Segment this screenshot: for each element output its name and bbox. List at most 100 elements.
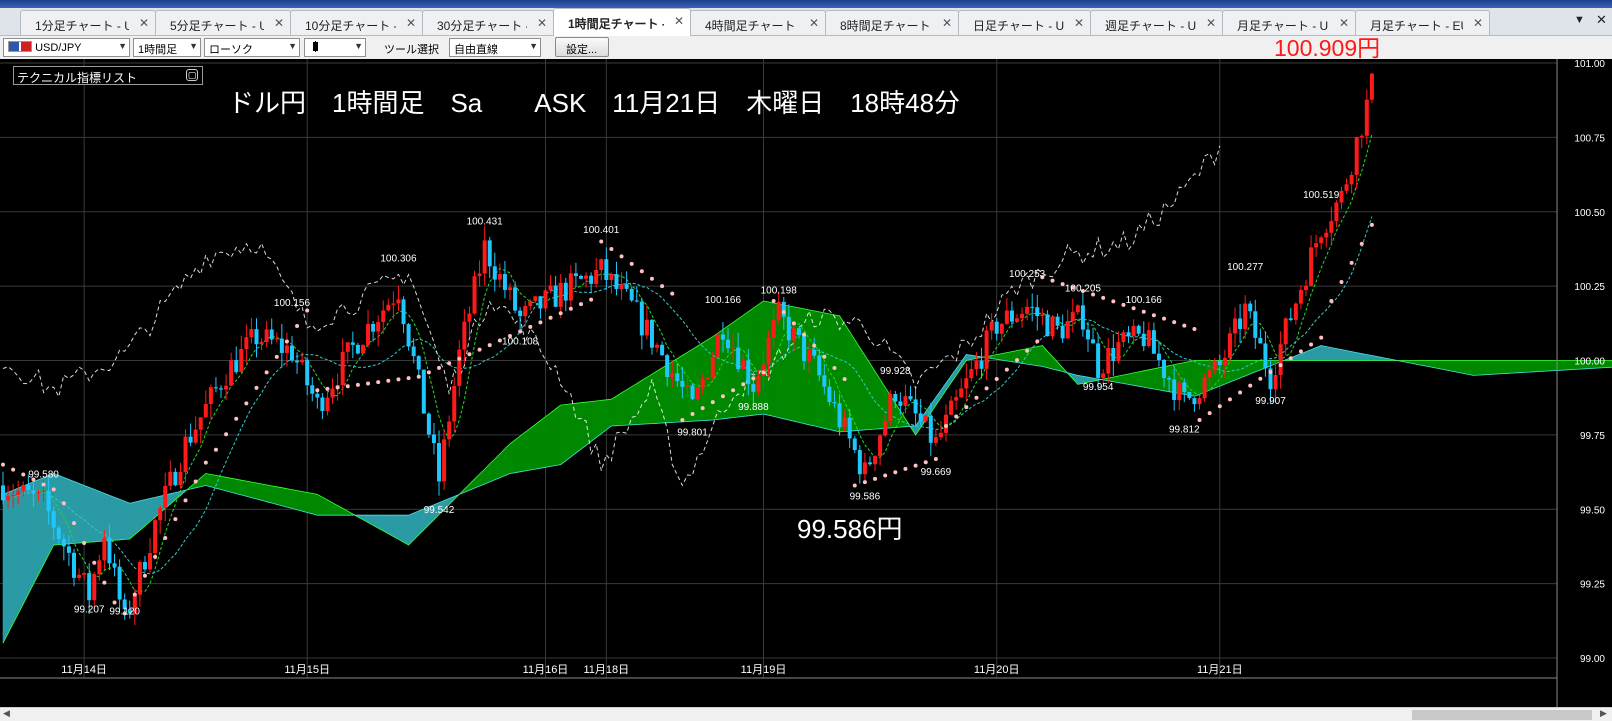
bear-candle[interactable]	[1217, 360, 1222, 366]
horizontal-scrollbar[interactable]: ◀ ▶	[0, 707, 1612, 721]
close-tab-icon[interactable]: ✕	[942, 16, 952, 30]
bear-candle[interactable]	[320, 397, 325, 412]
bull-candle[interactable]	[644, 319, 649, 336]
bear-candle[interactable]	[726, 339, 731, 349]
bear-candle[interactable]	[1060, 325, 1065, 339]
bull-candle[interactable]	[193, 429, 198, 443]
bull-candle[interactable]	[457, 349, 462, 386]
tab-chart-1[interactable]: 1分足チャート - USD/JPY ✕	[20, 10, 156, 35]
close-window-icon[interactable]: ✕	[1596, 12, 1607, 28]
currency-pair-select[interactable]: USD/JPY ▼	[3, 38, 130, 57]
bull-candle[interactable]	[933, 437, 938, 443]
bear-candle[interactable]	[675, 373, 680, 382]
bull-candle[interactable]	[1233, 318, 1238, 334]
bull-candle[interactable]	[807, 349, 812, 362]
settings-button[interactable]: 設定...	[555, 37, 609, 57]
bear-candle[interactable]	[1080, 305, 1085, 330]
bear-candle[interactable]	[66, 546, 71, 553]
bear-candle[interactable]	[589, 275, 594, 284]
bull-candle[interactable]	[158, 507, 163, 521]
bull-candle[interactable]	[1101, 373, 1106, 378]
bull-candle[interactable]	[883, 420, 888, 436]
bull-candle[interactable]	[1207, 370, 1212, 378]
bull-candle[interactable]	[376, 322, 381, 332]
bear-candle[interactable]	[26, 484, 31, 491]
bear-candle[interactable]	[817, 355, 822, 376]
close-tab-icon[interactable]: ✕	[1074, 16, 1084, 30]
tab-chart-4[interactable]: 30分足チャート - USD/JPY ✕	[422, 10, 554, 35]
bull-candle[interactable]	[888, 394, 893, 421]
bull-candle[interactable]	[903, 396, 908, 406]
bear-candle[interactable]	[350, 342, 355, 345]
bear-candle[interactable]	[1253, 311, 1258, 338]
bull-candle[interactable]	[599, 259, 604, 271]
bull-candle[interactable]	[477, 273, 482, 277]
bear-candle[interactable]	[279, 338, 284, 353]
bear-candle[interactable]	[852, 438, 857, 451]
bear-candle[interactable]	[746, 360, 751, 385]
bull-candle[interactable]	[984, 330, 989, 369]
bull-candle[interactable]	[923, 415, 928, 422]
bear-candle[interactable]	[629, 288, 634, 301]
bull-candle[interactable]	[92, 574, 97, 601]
bull-candle[interactable]	[1298, 290, 1303, 304]
close-tab-icon[interactable]: ✕	[274, 16, 284, 30]
bull-candle[interactable]	[974, 360, 979, 370]
bull-candle[interactable]	[198, 417, 203, 430]
bull-candle[interactable]	[938, 432, 943, 438]
bear-candle[interactable]	[796, 328, 801, 335]
bull-candle[interactable]	[1334, 202, 1339, 222]
bear-candle[interactable]	[1172, 379, 1177, 401]
bull-candle[interactable]	[244, 337, 249, 349]
bear-candle[interactable]	[305, 359, 310, 386]
bull-candle[interactable]	[203, 404, 208, 418]
bear-candle[interactable]	[1263, 343, 1268, 369]
close-tab-icon[interactable]: ✕	[1339, 16, 1349, 30]
bear-candle[interactable]	[538, 296, 543, 309]
bull-candle[interactable]	[36, 491, 41, 494]
candlestick-chart[interactable]: 99.580 99.207 99.120 100.156 100.306 99.542 10…	[0, 59, 1612, 707]
bull-candle[interactable]	[1212, 360, 1217, 371]
bear-candle[interactable]	[1141, 333, 1146, 347]
bear-candle[interactable]	[1136, 325, 1141, 334]
scroll-right-icon[interactable]: ▶	[1600, 708, 1607, 719]
bull-candle[interactable]	[1303, 285, 1308, 291]
bear-candle[interactable]	[1156, 353, 1161, 361]
bull-candle[interactable]	[1329, 221, 1334, 233]
bear-candle[interactable]	[31, 490, 36, 494]
bear-candle[interactable]	[1187, 392, 1192, 399]
bull-candle[interactable]	[1116, 342, 1121, 362]
bear-candle[interactable]	[513, 287, 518, 311]
bear-candle[interactable]	[437, 443, 442, 482]
bull-candle[interactable]	[771, 320, 776, 338]
bull-candle[interactable]	[274, 338, 279, 340]
bull-candle[interactable]	[452, 385, 457, 422]
bear-candle[interactable]	[1096, 343, 1101, 378]
bear-candle[interactable]	[822, 375, 827, 387]
close-tab-icon[interactable]: ✕	[674, 14, 684, 28]
bull-candle[interactable]	[224, 385, 229, 390]
price-chart[interactable]: 99.580 99.207 99.120 100.156 100.306 99.542 10…	[0, 59, 1612, 707]
bull-candle[interactable]	[1131, 325, 1136, 337]
bear-candle[interactable]	[665, 355, 670, 378]
bull-candle[interactable]	[695, 387, 700, 400]
drawing-tool-select[interactable]: 自由直線 ▼	[449, 38, 541, 57]
bull-candle[interactable]	[964, 378, 969, 389]
bull-candle[interactable]	[178, 472, 183, 486]
bear-candle[interactable]	[1009, 310, 1014, 322]
bull-candle[interactable]	[1309, 247, 1314, 286]
bear-candle[interactable]	[1085, 329, 1090, 340]
bear-candle[interactable]	[1035, 307, 1040, 317]
bull-candle[interactable]	[954, 397, 959, 401]
bull-candle[interactable]	[1050, 316, 1055, 337]
bear-candle[interactable]	[269, 329, 274, 340]
bear-candle[interactable]	[411, 346, 416, 357]
bull-candle[interactable]	[1020, 313, 1025, 319]
bear-candle[interactable]	[234, 360, 239, 373]
bull-candle[interactable]	[1319, 237, 1324, 244]
bear-candle[interactable]	[604, 259, 609, 280]
bear-candle[interactable]	[867, 462, 872, 465]
bull-candle[interactable]	[6, 496, 11, 501]
bull-candle[interactable]	[1177, 382, 1182, 401]
close-tab-icon[interactable]: ✕	[139, 16, 149, 30]
